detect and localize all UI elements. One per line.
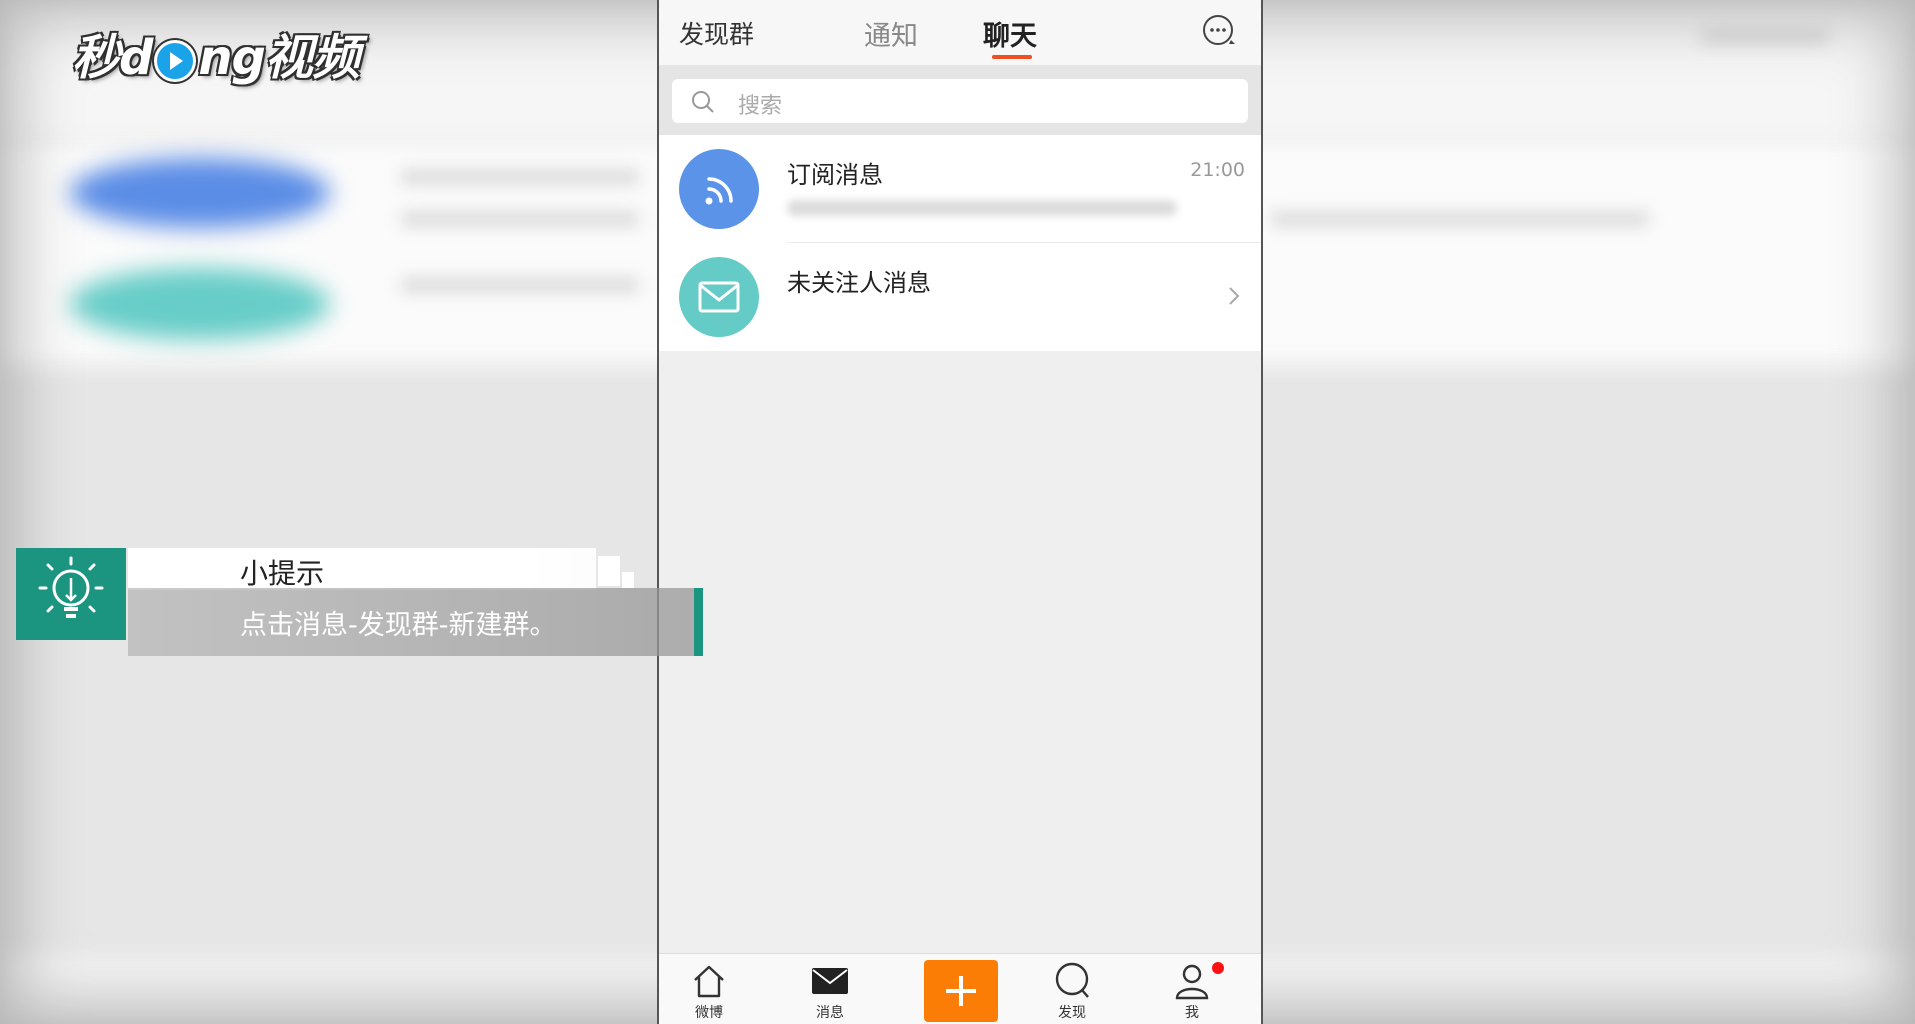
lightbulb-icon bbox=[38, 556, 104, 618]
top-nav: 发现群 通知 聊天 bbox=[659, 0, 1261, 65]
tip-text-banner: 点击消息-发现群-新建群。 bbox=[128, 588, 703, 656]
watermark-logo: 秒d ng视频 bbox=[72, 30, 360, 86]
tab-messages[interactable]: 消息 bbox=[795, 962, 865, 1022]
tab-weibo[interactable]: 微博 bbox=[674, 962, 744, 1022]
compose-plus-button[interactable] bbox=[924, 960, 998, 1022]
bottom-tab-bar: 微博 消息 发现 我 bbox=[659, 953, 1261, 1024]
tab-label: 微博 bbox=[695, 1005, 723, 1021]
play-icon bbox=[154, 40, 197, 82]
search-area: 搜索 bbox=[659, 65, 1261, 135]
conversation-unfollowed[interactable]: 未关注人消息 bbox=[659, 243, 1261, 351]
mail-avatar bbox=[679, 257, 759, 337]
envelope-icon bbox=[812, 968, 848, 994]
search-placeholder: 搜索 bbox=[738, 94, 783, 119]
search-input[interactable]: 搜索 bbox=[672, 79, 1248, 123]
tab-label: 我 bbox=[1185, 1005, 1199, 1021]
tab-discover[interactable]: 发现 bbox=[1037, 962, 1107, 1022]
conversation-time: 21:00 bbox=[1190, 159, 1245, 181]
active-tab-indicator bbox=[992, 55, 1032, 59]
notification-dot bbox=[1212, 962, 1224, 974]
tab-label: 发现 bbox=[1058, 1005, 1086, 1021]
tab-chat[interactable]: 聊天 bbox=[983, 14, 1037, 53]
tip-lightbulb-badge bbox=[16, 548, 126, 640]
search-icon bbox=[692, 91, 714, 113]
chevron-right-icon bbox=[1229, 287, 1240, 305]
conversation-title: 订阅消息 bbox=[787, 161, 883, 189]
rss-avatar bbox=[679, 149, 759, 229]
tip-title: 小提示 bbox=[240, 557, 325, 590]
discover-icon bbox=[1055, 962, 1089, 998]
plus-icon bbox=[946, 976, 976, 1006]
tip-decoration bbox=[598, 556, 620, 586]
tip-title-banner: 小提示 bbox=[128, 548, 596, 590]
blurred-preview bbox=[787, 200, 1177, 216]
conversation-title: 未关注人消息 bbox=[787, 269, 931, 297]
mail-icon bbox=[698, 281, 740, 313]
tip-text: 点击消息-发现群-新建群。 bbox=[240, 610, 557, 641]
tab-label: 消息 bbox=[816, 1005, 844, 1021]
tip-accent-edge bbox=[694, 588, 703, 656]
tip-decoration bbox=[622, 572, 634, 588]
phone-screen: 发现群 通知 聊天 搜索 订阅消息 21:00 未关注人消息 微博 消息 发现 … bbox=[657, 0, 1263, 1024]
chat-bubble-icon[interactable] bbox=[1201, 14, 1237, 48]
profile-icon bbox=[1175, 964, 1209, 1000]
home-icon bbox=[694, 965, 724, 998]
conversation-subscription[interactable]: 订阅消息 21:00 bbox=[659, 135, 1261, 243]
discover-groups-link[interactable]: 发现群 bbox=[679, 15, 754, 51]
tab-notifications[interactable]: 通知 bbox=[864, 14, 918, 53]
rss-icon bbox=[705, 177, 733, 205]
